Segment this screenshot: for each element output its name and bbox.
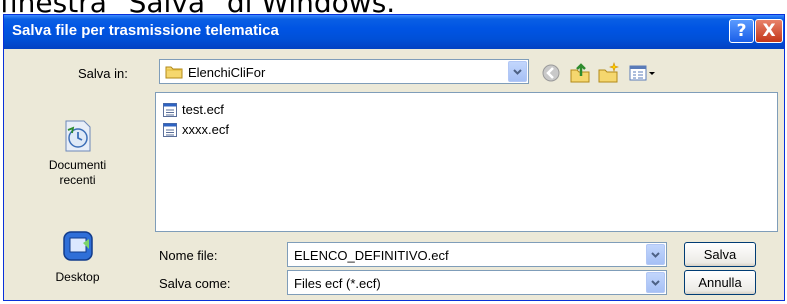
chevron-down-icon[interactable] [508, 61, 527, 82]
save-as-label: Salva come: [159, 276, 231, 291]
help-button[interactable]: ? [729, 19, 754, 43]
file-name-value: ELENCO_DEFINITIVO.ecf [294, 248, 449, 263]
file-name-label: Nome file: [159, 248, 218, 263]
save-button[interactable]: Salva [684, 242, 756, 267]
save-as-value: Files ecf (*.ecf) [294, 276, 381, 291]
places-item-recent[interactable]: Documenti recenti [10, 96, 145, 211]
view-menu-icon[interactable] [628, 62, 658, 84]
places-bar: Documenti recenti Desktop [10, 96, 145, 296]
title-bar[interactable]: Salva file per trasmissione telematica ?… [4, 15, 784, 49]
file-icon [162, 122, 178, 138]
file-list[interactable]: test.ecf xxxx.ecf [155, 92, 778, 232]
recent-documents-icon [60, 118, 96, 154]
chevron-down-icon[interactable] [646, 272, 665, 293]
places-item-desktop[interactable]: Desktop [10, 229, 145, 296]
save-in-label: Salva in: [78, 66, 128, 81]
back-icon[interactable] [540, 62, 562, 84]
save-dialog: Salva file per trasmissione telematica ?… [3, 14, 785, 301]
desktop-icon [61, 229, 95, 263]
file-name: xxxx.ecf [182, 122, 229, 137]
new-folder-icon[interactable] [597, 62, 619, 84]
caption-fragment: finestra "Salva" di Windows. [0, 0, 787, 14]
chevron-down-icon[interactable] [646, 244, 665, 265]
file-name-field[interactable]: ELENCO_DEFINITIVO.ecf [287, 242, 667, 267]
file-name: test.ecf [182, 102, 224, 117]
file-icon [162, 102, 178, 118]
places-label-recent: Documenti recenti [48, 158, 107, 187]
cancel-button[interactable]: Annulla [684, 270, 756, 295]
save-as-dropdown[interactable]: Files ecf (*.ecf) [287, 270, 667, 295]
folder-icon [165, 64, 183, 83]
save-in-dropdown[interactable]: ElenchiCliFor [159, 59, 529, 84]
places-label-desktop: Desktop [55, 270, 100, 284]
up-folder-icon[interactable] [569, 62, 591, 84]
save-in-value: ElenchiCliFor [188, 65, 266, 80]
dialog-title: Salva file per trasmissione telematica [12, 22, 279, 39]
caption-text: finestra "Salva" di Windows. [0, 0, 395, 14]
close-button[interactable]: X [755, 19, 783, 43]
